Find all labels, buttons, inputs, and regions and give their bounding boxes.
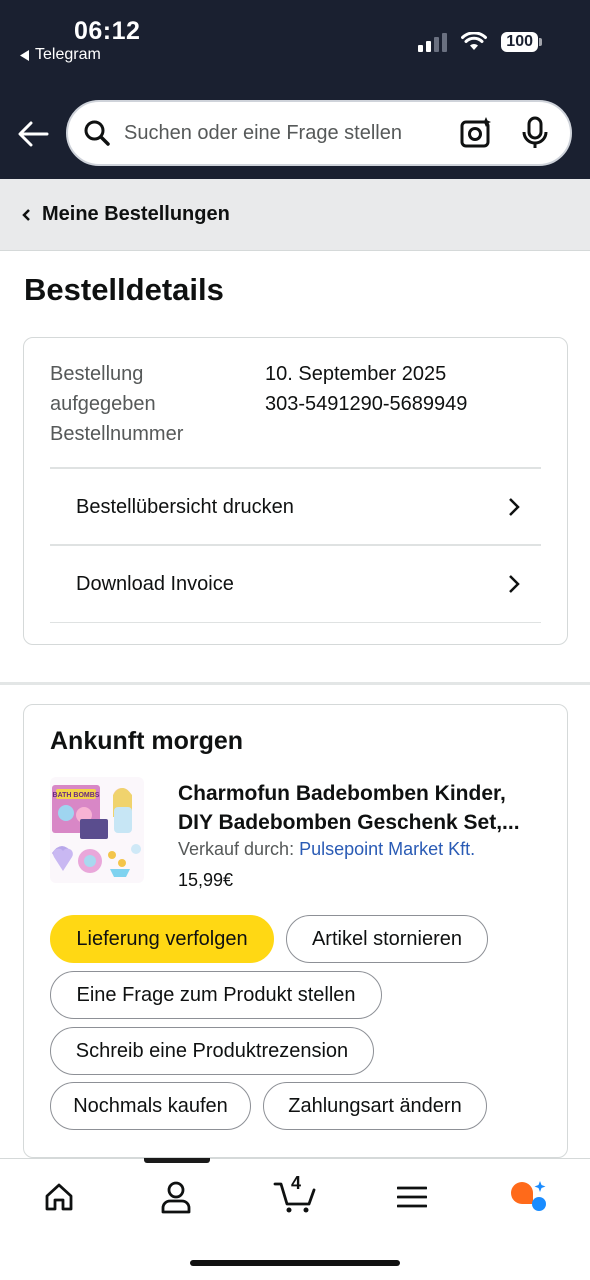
cancel-item-button[interactable]: Artikel stornieren [286, 915, 488, 963]
product-title-line[interactable]: DIY Badebomben Geschenk Set,... [178, 808, 548, 837]
seller-link[interactable]: Pulsepoint Market Kft. [299, 839, 475, 859]
order-date: 10. September 2025 [265, 363, 447, 385]
back-app-label: Telegram [35, 46, 101, 63]
seller-prefix: Verkauf durch: [178, 839, 295, 859]
back-to-app[interactable]: Telegram [20, 46, 101, 64]
ask-question-button[interactable]: Eine Frage zum Produkt stellen [50, 971, 382, 1019]
menu-icon[interactable] [392, 1177, 432, 1217]
camera-search-icon[interactable] [458, 115, 494, 151]
shipment-card: Ankunft morgen BATH BOMBS Charmofun Bade… [23, 704, 568, 1158]
write-review-button[interactable]: Schreib eine Produktrezension [50, 1027, 374, 1075]
download-invoice-row[interactable]: Download Invoice [50, 544, 541, 622]
chevron-right-icon [509, 498, 520, 516]
status-indicators: 100 [418, 32, 542, 52]
battery-level: 100 [501, 32, 538, 52]
wifi-icon [461, 32, 488, 50]
order-label-line: Bestellung [50, 363, 144, 385]
arrival-status: Ankunft morgen [50, 727, 244, 755]
order-number: 303-5491290-5689949 [265, 393, 468, 415]
search-bar[interactable]: Suchen oder eine Frage stellen [66, 100, 572, 166]
order-label-line: Bestellnummer [50, 423, 184, 445]
order-summary-card: Bestellung aufgegeben Bestellnummer 10. … [23, 337, 568, 645]
divider [50, 622, 541, 623]
app-header: 06:12 Telegram 100 Suchen oder eine Frag… [0, 0, 590, 179]
back-arrow-icon[interactable] [16, 118, 50, 150]
change-payment-button[interactable]: Zahlungsart ändern [263, 1082, 487, 1130]
battery-icon: 100 [501, 32, 542, 52]
product-price: 15,99€ [178, 870, 234, 890]
active-tab-indicator [144, 1158, 210, 1163]
user-icon[interactable] [156, 1177, 196, 1217]
product-title[interactable]: Charmofun Badebomben Kinder, DIY Badebom… [178, 779, 548, 837]
cart-count-badge: 4 [291, 1173, 302, 1193]
order-label-line: aufgegeben [50, 393, 156, 415]
track-delivery-button[interactable]: Lieferung verfolgen [50, 915, 274, 963]
download-invoice-label[interactable]: Download Invoice [76, 573, 507, 596]
chevron-left-icon [22, 208, 30, 221]
breadcrumb-label[interactable]: Meine Bestellungen [42, 203, 230, 226]
search-input[interactable]: Suchen oder eine Frage stellen [124, 122, 458, 145]
rufus-icon[interactable] [508, 1177, 548, 1217]
page-title: Bestelldetails [24, 272, 224, 307]
search-icon [82, 118, 112, 148]
seller-info: Verkauf durch: Pulsepoint Market Kft. [178, 839, 475, 860]
order-labels: Bestellung aufgegeben Bestellnummer [50, 359, 183, 449]
section-divider [0, 682, 590, 685]
home-icon[interactable] [39, 1177, 79, 1217]
breadcrumb[interactable]: Meine Bestellungen [0, 179, 590, 251]
product-thumbnail[interactable]: BATH BOMBS [50, 777, 144, 883]
print-summary-label[interactable]: Bestellübersicht drucken [76, 496, 507, 519]
order-values: 10. September 2025 303-5491290-5689949 [265, 359, 467, 419]
signal-icon [418, 32, 448, 52]
print-summary-row[interactable]: Bestellübersicht drucken [50, 467, 541, 545]
status-time: 06:12 [74, 17, 141, 45]
thumb-text: BATH BOMBS [53, 792, 100, 799]
home-indicator[interactable] [190, 1260, 400, 1266]
chevron-right-icon [509, 575, 520, 593]
microphone-icon[interactable] [520, 115, 550, 151]
product-title-line[interactable]: Charmofun Badebomben Kinder, [178, 779, 548, 808]
buy-again-button[interactable]: Nochmals kaufen [50, 1082, 251, 1130]
back-triangle-icon [20, 49, 29, 61]
